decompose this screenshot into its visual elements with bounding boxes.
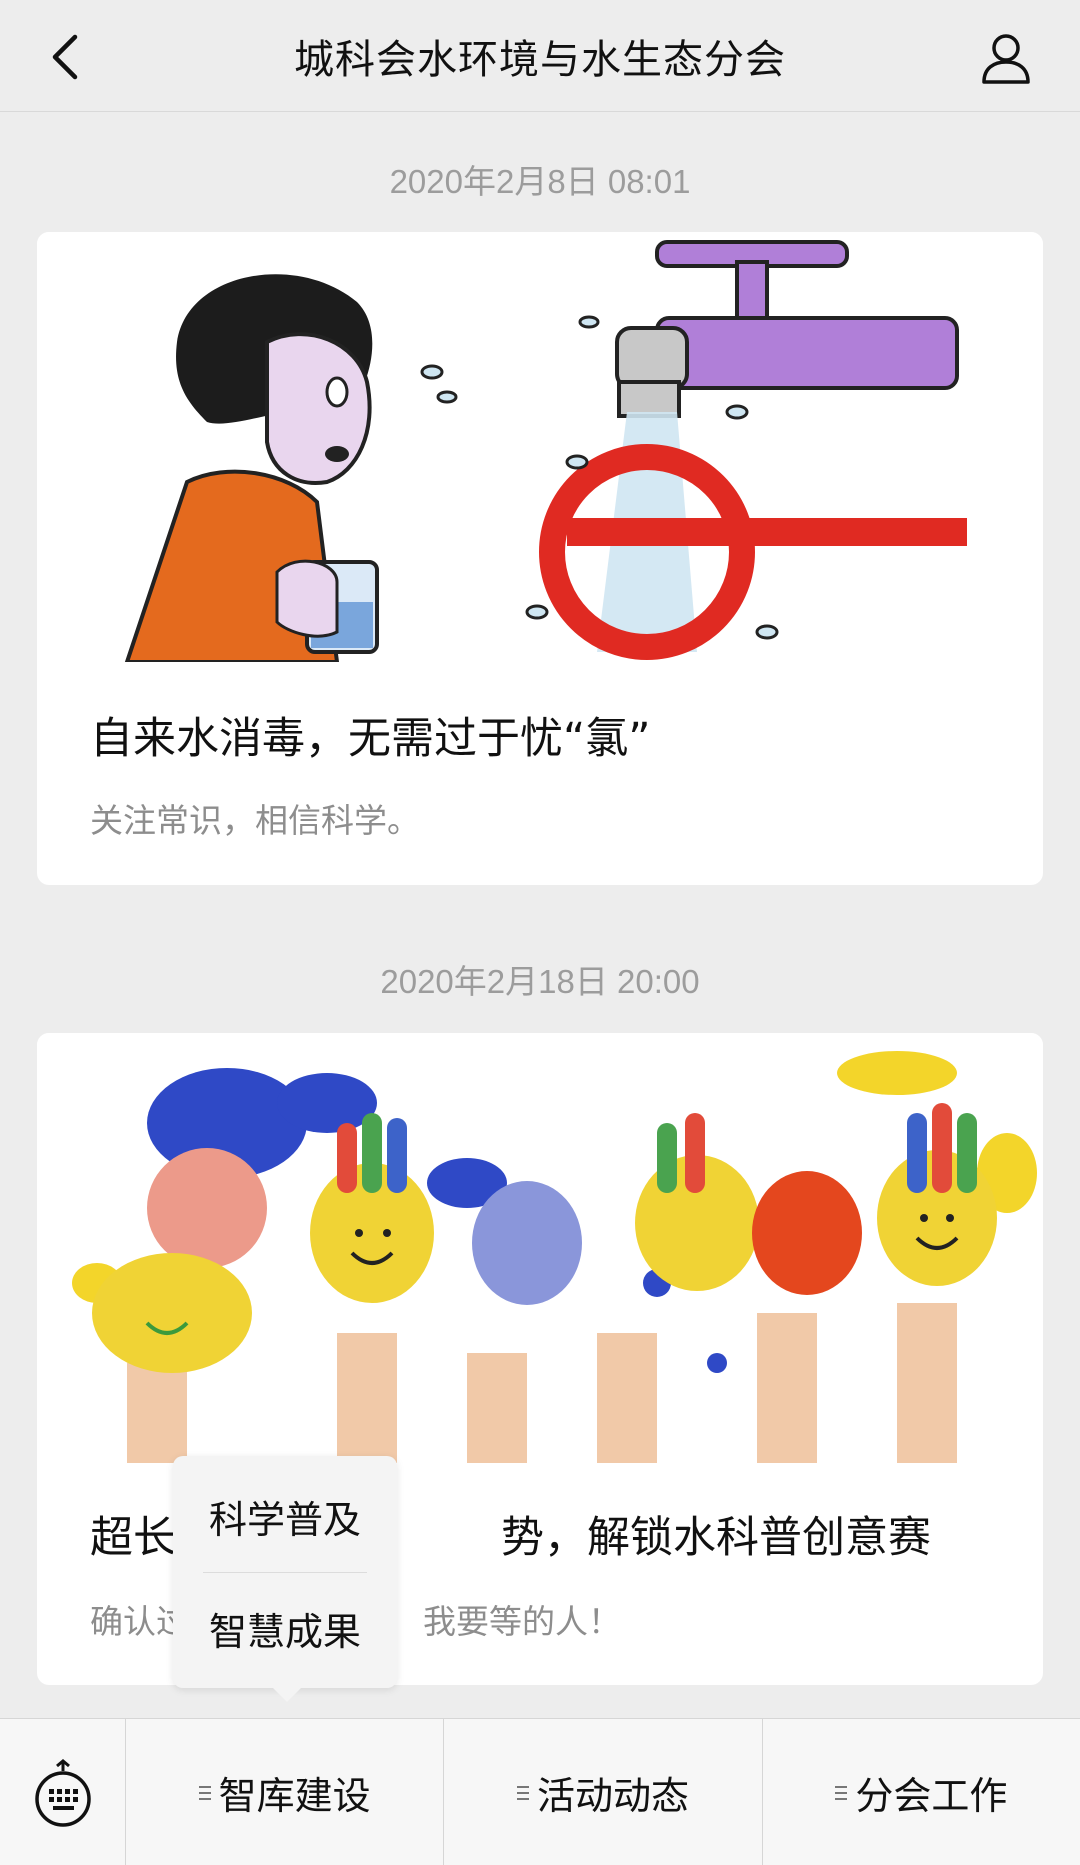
submenu-item-science[interactable]: 科学普及 (173, 1461, 397, 1571)
person-icon (982, 34, 1030, 84)
menu-button-label: 智库建设 (218, 1774, 371, 1818)
article-description: 关注常识，相信科学。 (90, 801, 420, 840)
timestamp: 2020年2月8日 08:01 (389, 163, 691, 200)
chevron-left-icon (52, 34, 78, 80)
menu-lines-icon (198, 1783, 211, 1803)
article-description-visible-right: 我要等的人！ (423, 1602, 621, 1641)
article-card[interactable]: 自来水消毒，无需过于忧“氯” 关注常识，相信科学。 (37, 232, 1043, 885)
chat-page: 城科会水环境与水生态分会 2020年2月8日 08:01 自来水消毒，无需过于忧… (0, 0, 1080, 1865)
back-button[interactable] (30, 22, 100, 92)
article-cover-image (37, 232, 1043, 662)
article-title-visible-left: 超长 (90, 1513, 176, 1563)
keyboard-toggle-button[interactable] (0, 1719, 126, 1865)
article-cover-image (37, 1033, 1043, 1463)
timestamp: 2020年2月18日 20:00 (380, 963, 700, 1000)
menu-button-think-tank[interactable]: 智库建设 (126, 1719, 445, 1865)
profile-button[interactable] (972, 24, 1040, 92)
nav-bar: 城科会水环境与水生态分会 (0, 0, 1080, 112)
menu-button-activities[interactable]: 活动动态 (444, 1719, 763, 1865)
keyboard-icon (34, 1758, 91, 1827)
article-title-visible-right: 势，解锁水科普创意赛 (501, 1513, 931, 1563)
menu-lines-icon (835, 1783, 848, 1803)
menu-button-label: 分会工作 (855, 1774, 1008, 1818)
bottom-menu-bar: 智库建设 活动动态 分会工作 (0, 1718, 1080, 1865)
article-title: 自来水消毒，无需过于忧“氯” (90, 714, 651, 764)
submenu-popup: 科学普及 智慧成果 (173, 1456, 397, 1702)
menu-button-branch-work[interactable]: 分会工作 (763, 1719, 1080, 1865)
menu-lines-icon (516, 1783, 529, 1803)
submenu-item-achievements[interactable]: 智慧成果 (173, 1573, 397, 1683)
menu-button-label: 活动动态 (536, 1774, 689, 1818)
page-title: 城科会水环境与水生态分会 (294, 36, 786, 83)
